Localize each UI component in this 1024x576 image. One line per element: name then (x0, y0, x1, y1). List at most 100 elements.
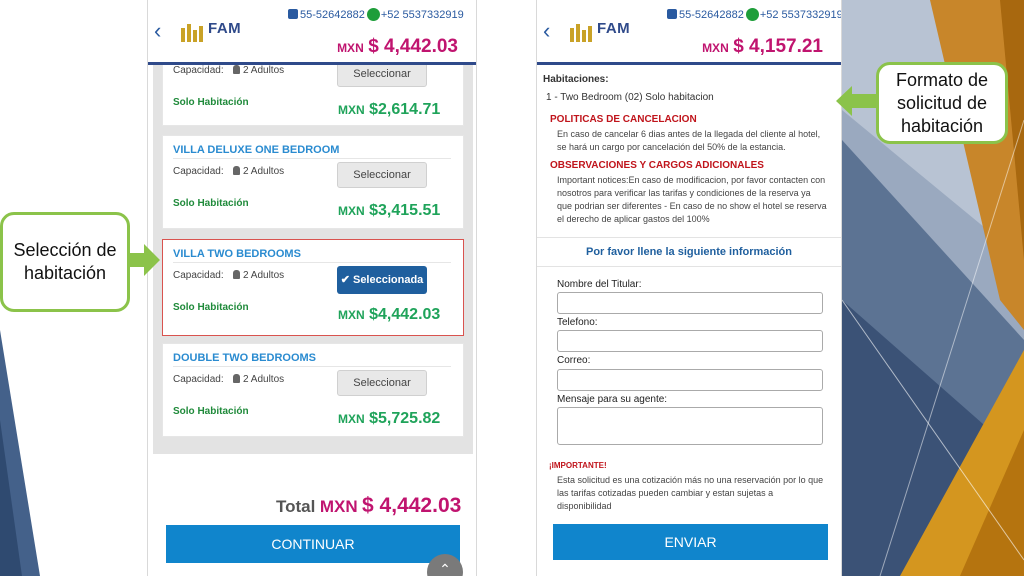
total-label: Total (276, 497, 316, 516)
whatsapp-number[interactable]: +52 5537332919 (760, 9, 841, 21)
send-button[interactable]: ENVIAR (553, 524, 828, 560)
price-amount: $4,442.03 (369, 306, 441, 323)
card-divider (173, 158, 451, 159)
total-amount: $ 4,442.03 (362, 494, 462, 517)
capacity-label: Capacidad: (173, 270, 224, 281)
logo-text: FAM (208, 20, 242, 37)
header-divider (537, 62, 841, 65)
room-price: MXN $4,442.03 (338, 306, 440, 324)
total-currency: MXN (319, 497, 358, 516)
callout-request-form-text: Formato de solicitud de habitación (895, 69, 989, 136)
phone-label: Telefono: (557, 317, 598, 328)
arrow-left-icon (836, 86, 878, 116)
whatsapp-icon (745, 8, 759, 21)
room-price: MXN $3,415.51 (338, 202, 440, 220)
header-price-amount: $ 4,157.21 (733, 36, 823, 57)
request-form-screen: ‹ FAM 55-52642882 +52 5537332919 MXN $ 4,… (536, 0, 842, 576)
adults-count: 2 Adultos (233, 65, 284, 76)
person-icon (233, 270, 240, 279)
price-amount: $3,415.51 (369, 202, 441, 219)
room-type-label: Solo Habitación (173, 198, 249, 209)
logo-text: FAM (597, 20, 631, 37)
price-currency: MXN (338, 204, 365, 218)
callout-room-selection: Selección de habitación (0, 212, 130, 312)
holder-name-input[interactable] (557, 292, 823, 314)
callout-request-form: Formato de solicitud de habitación (876, 62, 1008, 144)
room-summary: 1 - Two Bedroom (02) Solo habitacion (546, 92, 714, 103)
app-header: ‹ FAM 55-52642882 +52 5537332919 MXN $ 4,… (537, 0, 841, 65)
whatsapp-number[interactable]: +52 5537332919 (381, 9, 464, 21)
rooms-heading: Habitaciones: (543, 74, 609, 85)
phone-icon (288, 9, 298, 19)
email-input[interactable] (557, 369, 823, 391)
card-divider (173, 262, 451, 263)
person-icon (233, 65, 240, 74)
header-divider (148, 62, 476, 65)
observations-heading: OBSERVACIONES Y CARGOS ADICIONALES (550, 160, 764, 171)
room-name: VILLA TWO BEDROOMS (173, 248, 301, 260)
room-type-label: Solo Habitación (173, 302, 249, 313)
message-label: Mensaje para su agente: (557, 394, 668, 405)
back-arrow-icon[interactable]: ‹ (543, 20, 550, 42)
section-divider (537, 237, 841, 238)
observations-text: Important notices:En caso de modificacio… (557, 175, 827, 224)
brand-logo: FAM (180, 18, 268, 44)
room-type-label: Solo Habitación (173, 406, 249, 417)
room-card-selected[interactable]: VILLA TWO BEDROOMS Capacidad: 2 Adultos … (162, 239, 464, 336)
phone-number[interactable]: 55-52642882 (679, 9, 744, 21)
header-price-amount: $ 4,442.03 (368, 36, 458, 57)
logo-mark-icon (181, 24, 203, 42)
room-price: MXN $2,614.71 (338, 101, 440, 119)
adults-text: 2 Adultos (243, 270, 285, 281)
phone-input[interactable] (557, 330, 823, 352)
card-divider (173, 366, 451, 367)
phone-number[interactable]: 55-52642882 (300, 9, 365, 21)
adults-count: 2 Adultos (233, 166, 284, 177)
person-icon (233, 374, 240, 383)
room-selection-screen: Capacidad: 2 Adultos Seleccionar Solo Ha… (147, 0, 477, 576)
arrow-right-icon (128, 244, 160, 276)
capacity-label: Capacidad: (173, 166, 224, 177)
back-arrow-icon[interactable]: ‹ (154, 20, 161, 42)
brand-logo: FAM (569, 18, 657, 44)
important-text: Esta solicitud es una cotización más no … (557, 475, 824, 511)
price-amount: $5,725.82 (369, 410, 441, 427)
continue-button[interactable]: CONTINUAR (166, 525, 460, 563)
section-divider (537, 266, 841, 267)
room-card-partial[interactable]: Capacidad: 2 Adultos Seleccionar Solo Ha… (162, 64, 464, 126)
select-room-button[interactable]: Seleccionar (337, 370, 427, 396)
presentation-slide: Capacidad: 2 Adultos Seleccionar Solo Ha… (0, 0, 1024, 576)
room-card[interactable]: DOUBLE TWO BEDROOMS Capacidad: 2 Adultos… (162, 343, 464, 437)
important-heading: ¡IMPORTANTE! (549, 461, 607, 470)
select-room-button[interactable]: Seleccionar (337, 162, 427, 188)
price-currency: MXN (338, 103, 365, 117)
header-price: MXN $ 4,442.03 (337, 36, 458, 58)
person-icon (233, 166, 240, 175)
header-price-currency: MXN (337, 41, 364, 55)
cancellation-text: En caso de cancelar 6 dias antes de la l… (557, 129, 821, 152)
header-price: MXN $ 4,157.21 (702, 36, 823, 58)
room-list: Capacidad: 2 Adultos Seleccionar Solo Ha… (153, 64, 473, 454)
select-room-button[interactable]: Seleccionar (337, 64, 427, 87)
price-amount: $2,614.71 (369, 101, 441, 118)
message-textarea[interactable] (557, 407, 823, 445)
room-price: MXN $5,725.82 (338, 410, 440, 428)
selected-room-button[interactable]: ✔ Seleccionada (337, 266, 427, 294)
adults-count: 2 Adultos (233, 270, 284, 281)
capacity-label: Capacidad: (173, 374, 224, 385)
room-type-label: Solo Habitación (173, 97, 249, 108)
price-currency: MXN (338, 412, 365, 426)
whatsapp-icon (366, 8, 380, 21)
app-header: ‹ FAM 55-52642882 +52 5537332919 MXN $ 4,… (148, 0, 476, 65)
holder-name-label: Nombre del Titular: (557, 279, 642, 290)
price-currency: MXN (338, 308, 365, 322)
callout-room-selection-text: Selección de habitación (13, 240, 117, 283)
adults-text: 2 Adultos (243, 65, 285, 76)
total-price: Total MXN $ 4,442.03 (276, 494, 461, 518)
form-title: Por favor llene la siguiente información (586, 246, 792, 258)
header-price-currency: MXN (702, 41, 729, 55)
adults-count: 2 Adultos (233, 374, 284, 385)
room-card[interactable]: VILLA DELUXE ONE BEDROOM Capacidad: 2 Ad… (162, 135, 464, 229)
adults-text: 2 Adultos (243, 166, 285, 177)
adults-text: 2 Adultos (243, 374, 285, 385)
